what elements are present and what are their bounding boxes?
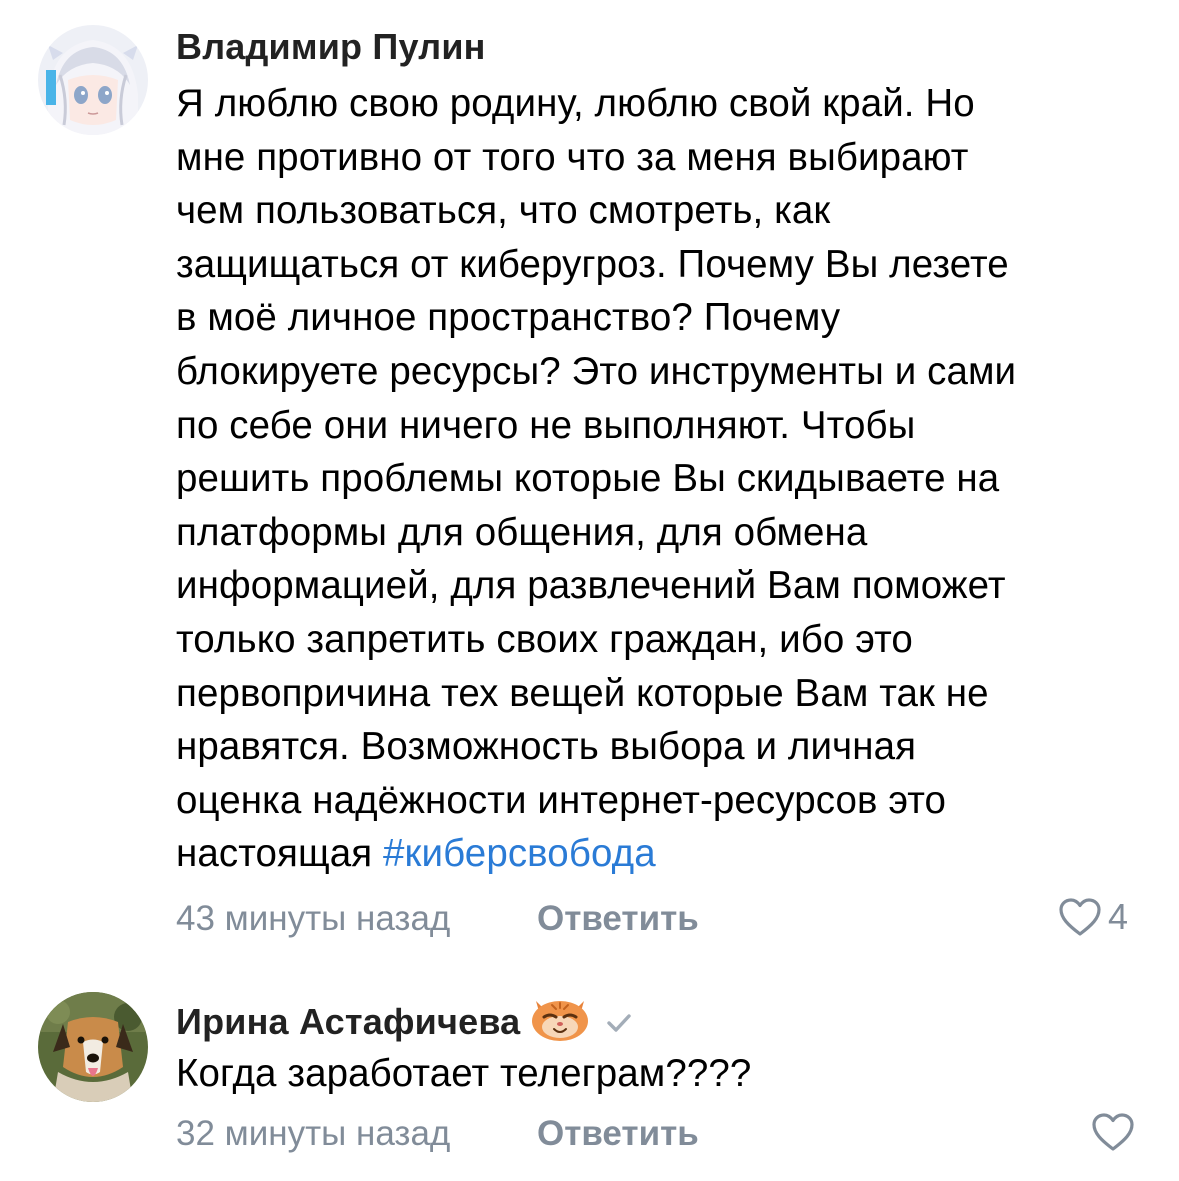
like-count: 4 <box>1108 896 1129 937</box>
comment-timestamp: 43 минуты назад <box>176 899 451 938</box>
reply-button[interactable]: Ответить <box>537 1114 699 1154</box>
comment-text-body: Когда заработает телеграм???? <box>176 1052 752 1095</box>
comment-text: Когда заработает телеграм???? <box>176 1047 1151 1101</box>
comment-timestamp: 32 минуты назад <box>176 1114 451 1153</box>
author-name[interactable]: Ирина Астафичева <box>176 1001 520 1043</box>
like-button[interactable]: 4 <box>1058 896 1128 938</box>
heart-icon <box>1091 1112 1135 1152</box>
reply-button[interactable]: Ответить <box>537 899 699 939</box>
anime-girl-avatar[interactable] <box>38 25 148 135</box>
heart-icon <box>1058 897 1102 937</box>
checkmark-icon <box>606 1001 632 1043</box>
comment-author[interactable]: Владимир Пулин <box>176 26 486 68</box>
like-button[interactable] <box>1091 1112 1135 1152</box>
cat-emoji-icon <box>528 991 592 1052</box>
comment-author[interactable]: Ирина Астафичева <box>176 991 632 1052</box>
hashtag-link[interactable]: #киберсвобода <box>383 832 656 875</box>
author-name[interactable]: Владимир Пулин <box>176 26 486 68</box>
comment-text-body: Я люблю свою родину, люблю свой край. Но… <box>176 82 1017 876</box>
dog-photo-avatar[interactable] <box>38 992 148 1102</box>
comment-text: Я люблю свою родину, люблю свой край. Но… <box>176 77 1151 881</box>
